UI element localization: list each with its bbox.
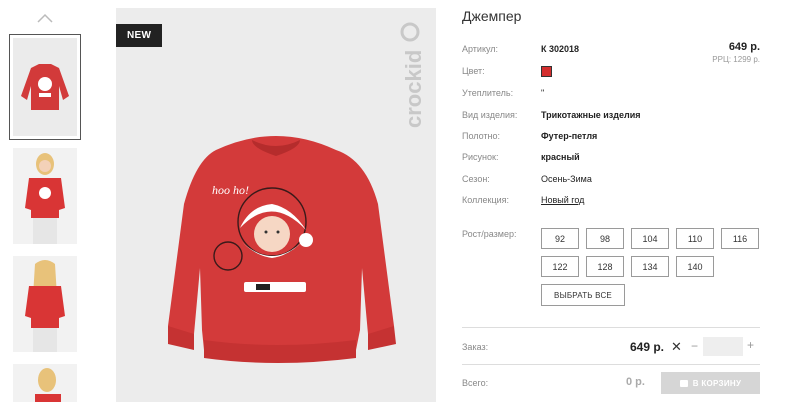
size-button[interactable]: 92 <box>541 228 579 249</box>
attr-value-fabric: Футер-петля <box>541 131 598 141</box>
order-price: 649 р. <box>630 340 665 354</box>
divider <box>462 327 760 328</box>
size-button[interactable]: 134 <box>631 256 669 277</box>
quantity-input[interactable] <box>703 337 743 356</box>
product-main-image: crockid hoo ho! NEW <box>116 8 436 402</box>
attr-value-season: Осень-Зима <box>541 174 592 184</box>
attr-label-pattern: Рисунок: <box>462 152 499 162</box>
size-label: Рост/размер: <box>462 229 517 239</box>
sweater-illustration: crockid hoo ho! <box>116 8 436 402</box>
attr-label-fabric: Полотно: <box>462 131 501 141</box>
plus-button[interactable]: + <box>747 338 754 352</box>
collection-link[interactable]: Новый год <box>541 195 584 205</box>
brand-watermark: crockid <box>401 50 426 128</box>
cart-icon <box>679 379 688 387</box>
thumbnail-sweater[interactable] <box>9 34 81 140</box>
size-button[interactable]: 98 <box>586 228 624 249</box>
thumbnail-model-side[interactable] <box>13 364 77 402</box>
chevron-up-icon[interactable] <box>37 12 53 24</box>
product-rrp: РРЦ: 1299 р. <box>712 55 760 64</box>
size-button[interactable]: 128 <box>586 256 624 277</box>
color-swatch[interactable] <box>541 66 552 77</box>
attr-value-insulation: " <box>541 88 545 98</box>
size-button[interactable]: 110 <box>676 228 714 249</box>
attr-label-color: Цвет: <box>462 66 485 76</box>
size-button[interactable]: 140 <box>676 256 714 277</box>
add-to-cart-button[interactable]: В КОРЗИНУ <box>661 372 760 394</box>
attr-value-article: К 302018 <box>541 44 580 54</box>
divider <box>462 364 760 365</box>
thumbnail-model-back[interactable] <box>13 256 77 352</box>
attr-value-product-type: Трикотажные изделия <box>541 110 641 120</box>
size-button[interactable]: 122 <box>541 256 579 277</box>
attr-label-collection: Коллекция: <box>462 195 510 205</box>
sweater-text: hoo ho! <box>212 183 249 197</box>
close-icon[interactable]: ✕ <box>671 339 682 355</box>
attr-label-article: Артикул: <box>462 44 499 54</box>
product-price: 649 р. <box>728 41 760 53</box>
minus-button[interactable]: − <box>691 339 698 353</box>
order-label: Заказ: <box>462 342 489 352</box>
attr-value-pattern: красный <box>541 152 580 162</box>
total-value: 0 р. <box>626 376 645 388</box>
attr-label-product-type: Вид изделия: <box>462 110 518 120</box>
thumbnail-gallery <box>0 0 90 402</box>
select-all-button[interactable]: ВЫБРАТЬ ВСЕ <box>541 284 625 306</box>
add-to-cart-label: В КОРЗИНУ <box>692 378 742 388</box>
product-title: Джемпер <box>462 8 522 24</box>
attr-label-insulation: Утеплитель: <box>462 88 514 98</box>
new-badge: NEW <box>116 24 163 47</box>
attr-label-season: Сезон: <box>462 174 490 184</box>
size-button[interactable]: 116 <box>721 228 759 249</box>
total-label: Всего: <box>462 378 489 388</box>
size-button[interactable]: 104 <box>631 228 669 249</box>
thumbnail-model-front[interactable] <box>13 148 77 244</box>
